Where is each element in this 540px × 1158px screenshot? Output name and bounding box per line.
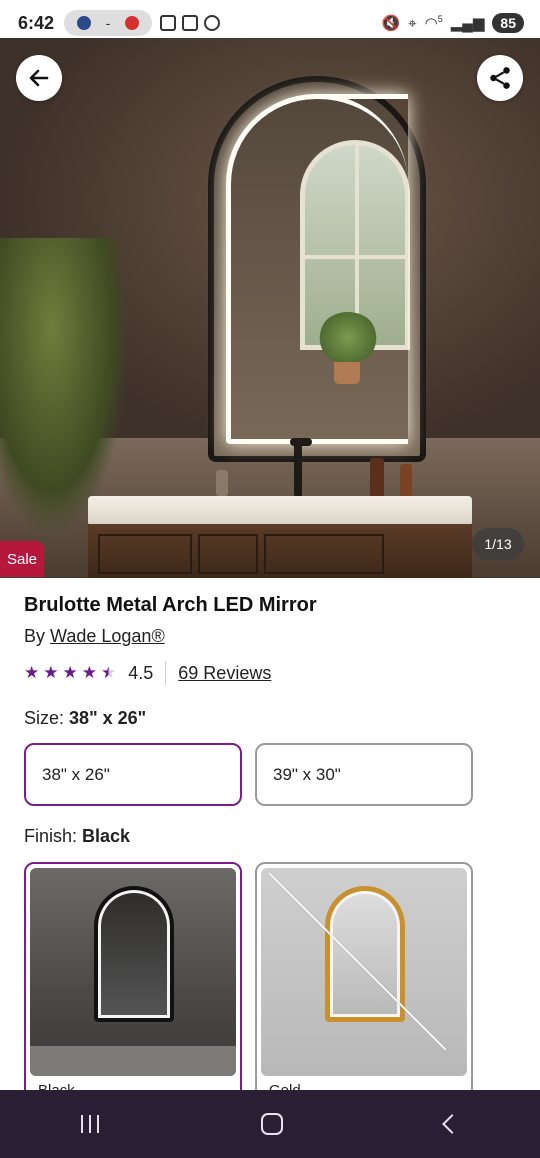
finish-label-prefix: Finish:: [24, 826, 78, 846]
image-drawer: [98, 534, 192, 574]
status-time: 6:42: [18, 12, 55, 33]
image-counter: 1/13: [472, 528, 524, 560]
size-selected-value: 38" x 26": [69, 708, 147, 728]
rating-divider: [165, 661, 167, 685]
status-system-icons: 🔇 ⌖ ◠5 ▂▄▆ 85: [381, 13, 524, 33]
image-drawer: [264, 534, 384, 574]
pill-separator: -: [105, 15, 111, 31]
battery-level: 85: [500, 15, 516, 31]
image-plant: [0, 238, 130, 538]
app-icon: [124, 16, 139, 30]
share-icon: [490, 67, 510, 89]
signal-icon: ▂▄▆: [450, 15, 485, 32]
reviews-link[interactable]: 69 Reviews: [178, 663, 271, 684]
size-option-38x26[interactable]: 38" x 26": [24, 743, 242, 806]
back-button[interactable]: [16, 55, 62, 101]
image-jar: [216, 470, 228, 496]
size-option-label: 39" x 30": [273, 764, 341, 784]
finish-swatch-image: [30, 868, 236, 1076]
image-drawer: [198, 534, 258, 574]
mute-icon: 🔇: [381, 15, 401, 32]
star-rating: ★ ★ ★ ★ ★: [24, 663, 116, 683]
image-vanity-top: [88, 496, 472, 526]
finish-option-black[interactable]: Black: [24, 862, 242, 1102]
mini-counter: [30, 1046, 236, 1076]
rating-row: ★ ★ ★ ★ ★ 4.5 69 Reviews: [24, 660, 271, 686]
product-title: Brulotte Metal Arch LED Mirror: [24, 594, 317, 616]
finish-swatch-image: [261, 868, 467, 1076]
star-icon: ★: [81, 663, 97, 682]
system-nav-bar: [0, 1090, 540, 1158]
finish-selected-value: Black: [82, 826, 131, 846]
chevron-left-icon[interactable]: [442, 1114, 462, 1134]
brand-line: By Wade Logan®: [24, 626, 165, 647]
calendar-icon: [160, 15, 177, 31]
instagram-icon: [182, 15, 199, 31]
brand-link[interactable]: Wade Logan®: [50, 626, 165, 646]
brand-prefix: By: [24, 626, 46, 646]
image-mirror: [208, 76, 426, 462]
finish-label: Finish: Black: [24, 826, 130, 847]
image-faucet: [294, 440, 302, 498]
home-icon[interactable]: [261, 1113, 283, 1135]
image-vanity-cabinet: [88, 524, 472, 578]
star-icon: ★: [62, 663, 78, 682]
status-notification-icons: [160, 15, 221, 31]
rating-value: 4.5: [128, 662, 154, 683]
mini-mirror-black: [94, 886, 174, 1022]
recents-icon[interactable]: [81, 1115, 99, 1133]
notification-pill: -: [64, 10, 153, 36]
battery-icon: 85: [492, 13, 524, 33]
wifi-label: 5: [437, 14, 443, 24]
arrow-left-icon: [29, 69, 49, 87]
product-image-carousel[interactable]: 1/13 Sale: [0, 38, 540, 578]
app-icon: [77, 16, 92, 30]
share-button[interactable]: [477, 55, 523, 101]
soccer-ball-icon: [204, 15, 221, 31]
image-bottle: [370, 458, 384, 498]
size-label-prefix: Size:: [24, 708, 65, 728]
star-icon: ★: [24, 663, 40, 682]
size-label: Size: 38" x 26": [24, 708, 146, 729]
size-option-39x30[interactable]: 39" x 30": [255, 743, 473, 806]
half-star-icon: ★: [101, 663, 117, 682]
image-bottle: [400, 464, 412, 498]
size-option-label: 38" x 26": [42, 764, 110, 784]
wifi-icon: ◠5: [424, 14, 443, 32]
finish-option-gold[interactable]: Gold: [255, 862, 473, 1102]
sale-badge: Sale: [0, 541, 44, 577]
mini-mirror-gold: [325, 886, 405, 1022]
location-icon: ⌖: [408, 14, 417, 32]
star-icon: ★: [43, 663, 59, 682]
